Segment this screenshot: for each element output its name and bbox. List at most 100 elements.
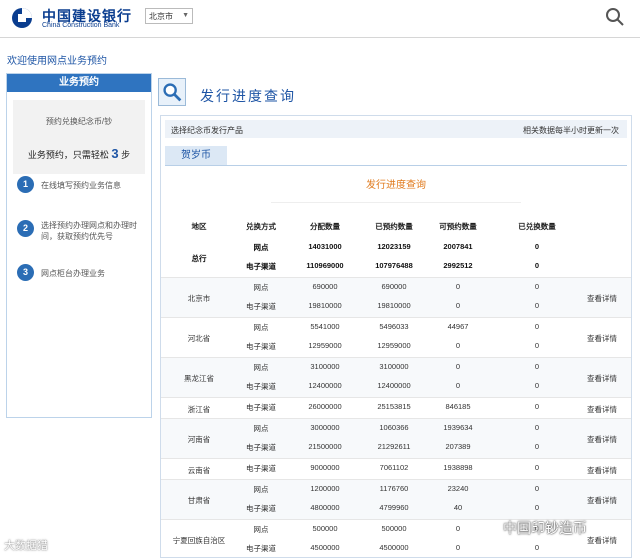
reserved-cell: 1060366 [379, 423, 409, 432]
view-details-link[interactable]: 查看详情 [573, 495, 631, 506]
view-details-link[interactable]: 查看详情 [573, 293, 631, 304]
city-select[interactable]: 北京市 ▼ [145, 8, 193, 24]
table-row: 北京市 网点 690000 690000 0 0 电子渠道 19810000 19810000 0… [161, 278, 631, 318]
reserved-cell: 1176760 [379, 484, 409, 493]
sidebar-subtitle: 预约兑换纪念币/钞 [45, 117, 113, 126]
allocated-cell: 12400000 [308, 381, 342, 390]
exchanged-cell: 0 [534, 543, 540, 552]
table-row: 甘肃省 网点 1200000 1176760 23240 0 电子渠道 4800000 4799… [161, 480, 631, 520]
step-3-number: 3 [17, 264, 34, 281]
step-2-number: 2 [17, 220, 34, 237]
sidebar-subtitle-box[interactable]: 预约兑换纪念币/钞 [13, 100, 145, 174]
region-name: 宁夏回族自治区 [172, 536, 226, 545]
reserved-cell: 690000 [381, 282, 407, 291]
ccb-logo-icon [12, 8, 32, 28]
reserved-cell: 12959000 [377, 341, 411, 350]
magnifier-icon [158, 78, 186, 106]
steps-count: 3 [111, 146, 119, 161]
reserved-cell: 107976488 [375, 261, 413, 270]
tab-coin[interactable]: 贺岁币 [165, 146, 227, 166]
channel-cell: 电子渠道 [246, 443, 276, 452]
exchanged-cell: 0 [534, 423, 540, 432]
exchanged-cell: 0 [534, 322, 540, 331]
channel-cell: 电子渠道 [246, 382, 276, 391]
welcome-text: 欢迎使用网点业务预约 [7, 56, 107, 67]
reserved-cell: 4500000 [379, 543, 409, 552]
channel-cell: 网点 [253, 424, 269, 433]
steps-heading: 业务预约，只需轻松 3 步 [7, 146, 151, 161]
region-name: 浙江省 [187, 404, 211, 414]
exchanged-cell: 0 [534, 301, 540, 310]
allocated-cell: 19810000 [308, 301, 342, 310]
table-row: 河北省 网点 5541000 5496033 44967 0 电子渠道 12959000 129… [161, 318, 631, 358]
available-cell: 40 [453, 503, 463, 512]
reserved-cell: 12023159 [377, 242, 411, 251]
available-cell: 0 [455, 341, 461, 350]
available-cell: 23240 [447, 484, 469, 493]
chevron-down-icon: ▼ [182, 12, 189, 19]
watermark-left: 大数据猎 [4, 540, 48, 552]
exchanged-cell: 0 [534, 242, 540, 251]
progress-panel: 选择纪念币发行产品 相关数据每半小时更新一次 贺岁币 发行进度查询 地区 兑换方… [160, 115, 632, 558]
title-divider [271, 202, 521, 203]
region-name: 黑龙江省 [184, 374, 214, 383]
table-row: 河南省 网点 3000000 1060366 1939634 0 电子渠道 21500000 2… [161, 419, 631, 459]
channel-cell: 网点 [253, 363, 269, 372]
allocated-cell: 3000000 [310, 423, 340, 432]
view-details-link[interactable]: 查看详情 [573, 373, 631, 384]
view-details-link[interactable]: 查看详情 [573, 465, 631, 476]
region-name: 云南省 [187, 465, 211, 475]
channel-cell: 电子渠道 [246, 504, 276, 513]
step-3-text: 网点柜台办理业务 [41, 269, 105, 278]
available-cell: 0 [455, 543, 461, 552]
available-cell: 2007841 [443, 242, 473, 251]
available-cell: 0 [455, 362, 461, 371]
channel-cell: 网点 [253, 283, 269, 292]
channel-cell: 电子渠道 [246, 403, 276, 412]
header-reserved: 已预约数量 [375, 222, 413, 231]
available-cell: 2992512 [443, 261, 473, 270]
reserved-cell: 25153815 [377, 402, 411, 411]
reserved-cell: 12400000 [377, 381, 411, 390]
allocated-cell: 26000000 [308, 402, 342, 411]
channel-cell: 电子渠道 [246, 544, 276, 553]
channel-cell: 网点 [253, 485, 269, 494]
header-allocated: 分配数量 [310, 222, 340, 231]
allocated-cell: 4800000 [310, 503, 340, 512]
available-cell: 44967 [447, 322, 469, 331]
allocated-cell: 690000 [312, 282, 338, 291]
top-header: 中国建设银行 China Construction Bank 北京市 ▼ [0, 0, 640, 38]
allocated-cell: 12959000 [308, 341, 342, 350]
tab-divider [165, 165, 627, 166]
header-exchanged: 已兑换数量 [518, 222, 556, 231]
reserved-cell: 5496033 [379, 322, 409, 331]
available-cell: 0 [455, 381, 461, 390]
allocated-cell: 14031000 [308, 242, 342, 251]
view-details-link[interactable]: 查看详情 [573, 404, 631, 415]
exchanged-cell: 0 [534, 442, 540, 451]
available-cell: 1938898 [443, 463, 473, 472]
step-2-text: 选择预约办理网点和办理时间，获取预约优先号 [41, 221, 137, 241]
view-details-link[interactable]: 查看详情 [573, 333, 631, 344]
city-select-value: 北京市 [149, 12, 173, 21]
view-details-link[interactable]: 查看详情 [573, 434, 631, 445]
table-header: 地区 兑换方式 分配数量 已预约数量 可预约数量 已兑换数量 [161, 221, 631, 235]
channel-cell: 网点 [253, 323, 269, 332]
table-row: 总行 网点 14031000 12023159 2007841 0 电子渠道 11096900… [161, 238, 631, 278]
table-row: 浙江省 电子渠道 26000000 25153815 846185 0 查看详情 [161, 398, 631, 419]
allocated-cell: 4500000 [310, 543, 340, 552]
watermark-right: 中国印钞造币 [503, 520, 587, 536]
header-channel: 兑换方式 [246, 222, 276, 231]
allocated-cell: 3100000 [310, 362, 340, 371]
update-note: 相关数据每半小时更新一次 [523, 126, 619, 135]
region-name: 甘肃省 [187, 496, 211, 505]
header-region: 地区 [191, 222, 207, 231]
exchanged-cell: 0 [534, 402, 540, 411]
channel-cell: 电子渠道 [246, 342, 276, 351]
product-select-label[interactable]: 选择纪念币发行产品 [171, 125, 243, 136]
search-icon[interactable] [605, 7, 625, 27]
channel-cell: 电子渠道 [246, 464, 276, 473]
table-title: 发行进度查询 [366, 180, 426, 191]
exchanged-cell: 0 [534, 362, 540, 371]
allocated-cell: 500000 [312, 524, 338, 533]
